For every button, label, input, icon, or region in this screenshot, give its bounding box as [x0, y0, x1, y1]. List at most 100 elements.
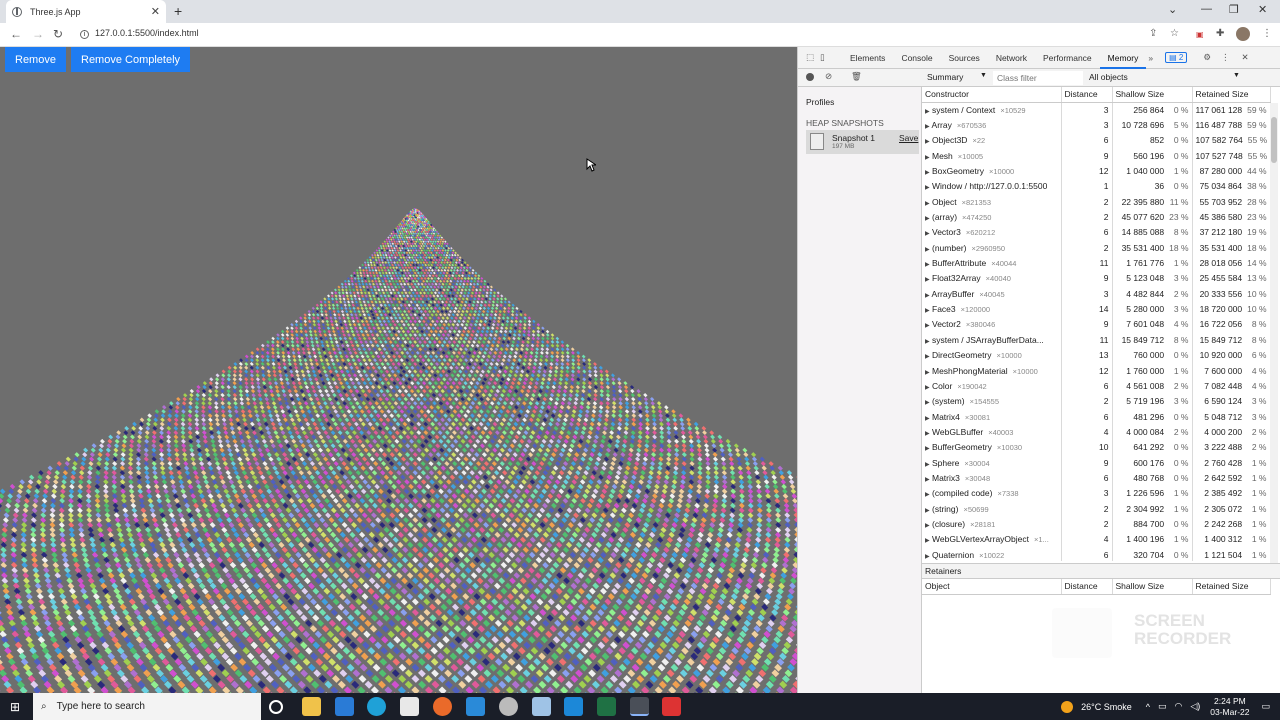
cube-mesh: [430, 291, 434, 295]
cube-mesh: [75, 572, 83, 579]
tab-search-icon[interactable]: ⌄: [1168, 3, 1177, 16]
cube-mesh: [492, 294, 496, 298]
cube-mesh: [415, 236, 418, 239]
cube-mesh: [227, 593, 235, 600]
cube-mesh: [355, 413, 361, 419]
cube-mesh: [470, 319, 474, 324]
cube-mesh: [330, 294, 334, 298]
cube-mesh: [103, 493, 109, 499]
cube-mesh: [285, 381, 290, 386]
cube-mesh: [394, 236, 397, 239]
cube-mesh: [474, 347, 478, 352]
cube-mesh: [171, 546, 178, 553]
cube-mesh: [471, 389, 476, 394]
menu-kebab-icon[interactable]: ⋮: [1262, 28, 1272, 39]
extension-icon[interactable]: ▣: [1196, 30, 1204, 39]
cube-mesh: [271, 577, 279, 584]
close-tab-icon[interactable]: ✕: [151, 5, 160, 18]
info-icon[interactable]: i: [80, 30, 89, 39]
cube-mesh: [347, 517, 354, 524]
cube-mesh: [173, 443, 179, 449]
cube-mesh: [332, 347, 336, 352]
cube-mesh: [301, 347, 306, 352]
puzzle-icon[interactable]: ✚: [1216, 28, 1224, 39]
cube-mesh: [21, 522, 28, 528]
cube-mesh: [386, 447, 392, 453]
cube-mesh: [354, 282, 358, 286]
cube-mesh: [425, 502, 432, 509]
cube-mesh: [283, 488, 290, 495]
cube-mesh: [506, 310, 511, 314]
cube-mesh: [368, 316, 372, 320]
cube-mesh: [388, 322, 393, 327]
cube-mesh: [233, 443, 239, 449]
cube-mesh: [70, 625, 78, 633]
cube-mesh: [98, 536, 105, 543]
url-field[interactable]: i 127.0.0.1:5500/index.html: [80, 28, 199, 39]
cube-mesh: [167, 413, 173, 419]
cube-mesh: [69, 536, 76, 543]
cube-mesh: [431, 350, 436, 355]
back-icon[interactable]: ←: [10, 27, 22, 41]
cube-mesh: [255, 443, 261, 449]
cube-mesh: [391, 271, 395, 275]
cube-mesh: [346, 297, 350, 301]
cube-mesh: [471, 288, 475, 292]
cube-mesh: [127, 465, 134, 471]
cube-mesh: [410, 282, 414, 286]
cube-mesh: [413, 261, 417, 264]
reload-icon[interactable]: ↻: [53, 27, 63, 41]
cube-mesh: [128, 447, 134, 453]
cube-mesh: [398, 294, 402, 298]
cube-mesh: [376, 551, 383, 559]
cube-mesh: [359, 288, 363, 292]
cube-mesh: [377, 268, 381, 272]
cube-mesh: [380, 285, 383, 289]
maximize-icon[interactable]: ❐: [1229, 3, 1239, 16]
share-icon[interactable]: ⇪: [1149, 28, 1157, 39]
forward-icon[interactable]: →: [32, 27, 44, 41]
cube-mesh: [166, 443, 172, 449]
cube-mesh: [372, 261, 376, 264]
cube-mesh: [388, 297, 392, 301]
cube-mesh: [285, 507, 292, 514]
cube-mesh: [264, 598, 272, 606]
cube-mesh: [175, 405, 180, 410]
cube-mesh: [499, 300, 503, 304]
cube-mesh: [389, 452, 395, 458]
cube-mesh: [259, 526, 266, 533]
cube-mesh: [340, 369, 344, 374]
cube-mesh: [144, 438, 150, 444]
cube-mesh: [459, 279, 463, 283]
new-tab-icon[interactable]: +: [174, 3, 182, 19]
cube-mesh: [428, 347, 433, 352]
cube-mesh: [363, 277, 367, 280]
cube-mesh: [421, 306, 425, 310]
cube-mesh: [335, 425, 341, 431]
cube-mesh: [300, 343, 305, 348]
close-window-icon[interactable]: ✕: [1258, 3, 1267, 16]
cube-mesh: [462, 282, 466, 286]
cube-mesh: [479, 396, 484, 402]
cube-mesh: [412, 497, 419, 504]
cube-mesh: [372, 306, 376, 310]
threejs-canvas[interactable]: Remove Remove Completely: [0, 47, 797, 693]
cube-mesh: [428, 288, 432, 292]
cube-mesh: [380, 430, 386, 436]
cube-mesh: [86, 572, 94, 579]
browser-tab[interactable]: Three.js App ✕: [6, 0, 166, 23]
cube-mesh: [358, 313, 362, 317]
cube-mesh: [306, 438, 311, 444]
bookmark-star-icon[interactable]: ☆: [1170, 28, 1179, 39]
cube-mesh: [398, 240, 401, 243]
cube-mesh: [419, 409, 425, 414]
minimize-icon[interactable]: —: [1201, 3, 1212, 15]
cube-mesh: [112, 497, 118, 504]
cube-mesh: [422, 256, 425, 259]
cube-mesh: [483, 319, 488, 324]
cube-mesh: [368, 271, 372, 275]
avatar[interactable]: [1236, 27, 1250, 41]
cube-mesh: [338, 297, 342, 301]
cube-mesh: [94, 493, 101, 499]
cube-mesh: [445, 401, 450, 406]
